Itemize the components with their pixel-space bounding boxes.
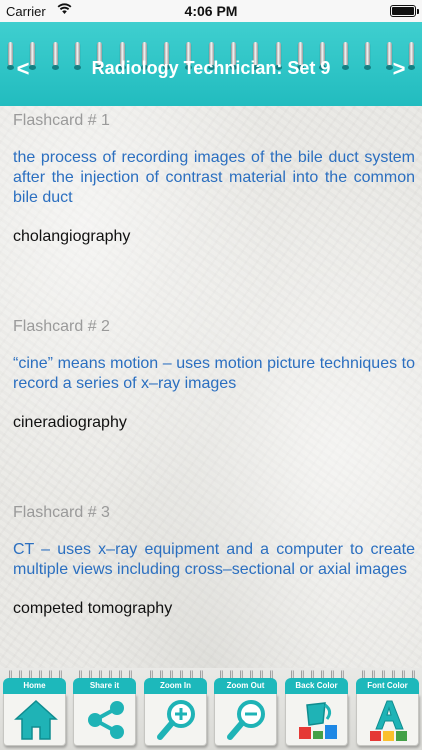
battery-icon (390, 5, 419, 17)
zoom-in-button[interactable]: Zoom In (144, 670, 207, 748)
flashcard-number: Flashcard # 3 (13, 504, 110, 521)
flashcard-question: the process of recording images of the b… (13, 149, 415, 206)
flashcard: Flashcard # 1 the process of recording i… (13, 112, 415, 246)
status-time: 4:06 PM (184, 3, 238, 19)
flashcard-answer: cineradiography (13, 414, 127, 431)
zoom-out-icon (227, 700, 265, 740)
flashcard: Flashcard # 3 CT – uses x–ray equipment … (13, 504, 415, 618)
font-color-icon (370, 700, 407, 741)
zoom-in-label: Zoom In (144, 678, 207, 694)
zoom-in-icon (157, 700, 195, 740)
home-label: Home (3, 678, 66, 694)
zoom-out-button[interactable]: Zoom Out (214, 670, 277, 748)
home-button[interactable]: Home (3, 670, 66, 748)
font-color-button[interactable]: Font Color (356, 670, 419, 748)
next-set-button[interactable]: > (384, 56, 414, 82)
share-icon (88, 701, 124, 739)
flashcard-list[interactable]: Flashcard # 1 the process of recording i… (0, 106, 422, 668)
flashcard-answer: competed tomography (13, 600, 173, 617)
share-label: Share it (73, 678, 136, 694)
page-title: Radiology Technician: Set 9 (91, 58, 331, 78)
status-bar: Carrier 4:06 PM (0, 0, 422, 22)
header-bar: < Radiology Technician: Set 9 > (0, 22, 422, 106)
back-color-button[interactable]: Back Color (285, 670, 348, 748)
flashcard-question: “cine” means motion – uses motion pictur… (13, 355, 415, 392)
flashcard-number: Flashcard # 1 (13, 112, 110, 129)
previous-set-button[interactable]: < (8, 56, 38, 82)
share-button[interactable]: Share it (73, 670, 136, 748)
zoom-out-label: Zoom Out (214, 678, 277, 694)
flashcard-number: Flashcard # 2 (13, 318, 110, 335)
back-color-label: Back Color (285, 678, 348, 694)
paint-bucket-icon (299, 702, 337, 739)
home-icon (14, 699, 58, 740)
flashcard: Flashcard # 2 “cine” means motion – uses… (13, 318, 415, 432)
bottom-toolbar: Home Share it Zoom In Zoom Out Back Colo… (0, 668, 422, 750)
flashcard-answer: cholangiography (13, 228, 131, 245)
flashcard-question: CT – uses x–ray equipment and a computer… (13, 541, 415, 578)
font-color-label: Font Color (356, 678, 419, 694)
